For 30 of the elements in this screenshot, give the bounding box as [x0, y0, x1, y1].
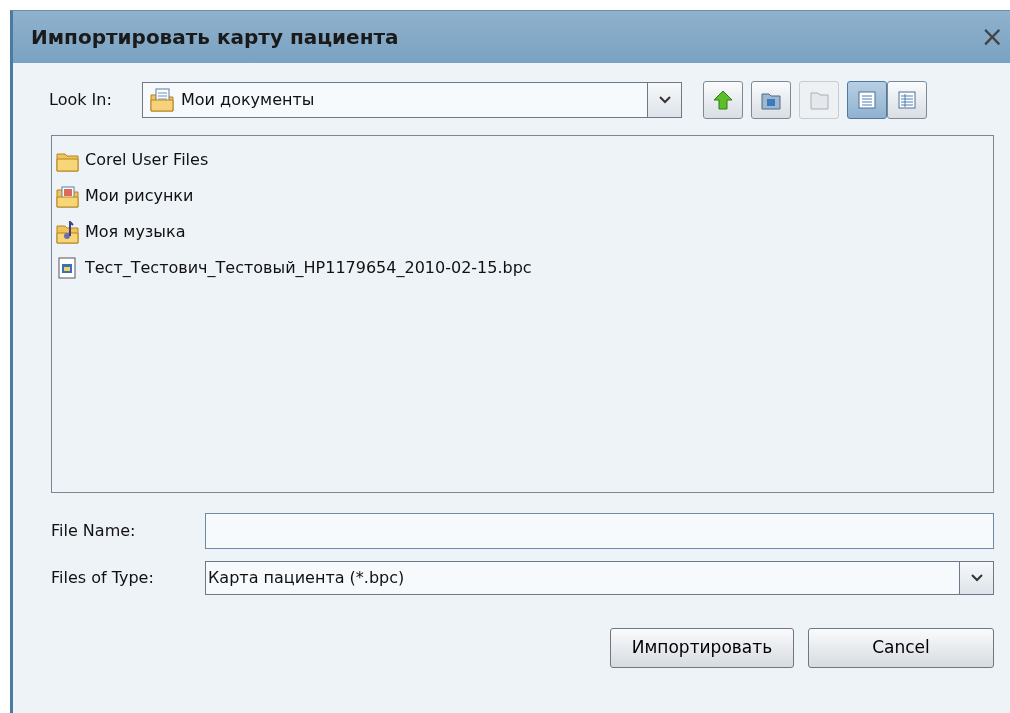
window-title: Импортировать карту пациента	[31, 24, 399, 51]
list-view-icon	[856, 89, 878, 111]
toolbar-button[interactable]	[887, 81, 927, 119]
toolbar-button[interactable]	[751, 81, 791, 119]
file-item[interactable]: Моя музыка	[85, 220, 186, 244]
file-name-label: File Name:	[51, 520, 137, 542]
look-in-value: Мои документы	[181, 89, 315, 111]
details-view-icon	[896, 89, 918, 111]
folder-icon	[808, 89, 830, 111]
file-item[interactable]: Corel User Files	[85, 148, 209, 172]
look-in-label: Look In:	[48, 89, 113, 111]
cancel-button[interactable]: Cancel	[808, 628, 994, 668]
toolbar-button[interactable]	[847, 81, 887, 119]
file-type-value: Карта пациента (*.bpc)	[208, 567, 405, 589]
documents-folder-icon	[149, 87, 175, 113]
file-type-dropdown[interactable]: Карта пациента (*.bpc)	[205, 561, 994, 595]
up-arrow-icon	[712, 89, 734, 111]
file-type-label: Files of Type:	[51, 567, 155, 589]
close-button[interactable]: ×	[980, 23, 1004, 51]
toolbar-button[interactable]	[703, 81, 743, 119]
pictures-folder-icon	[56, 184, 79, 208]
file-item[interactable]: Мои рисунки	[85, 184, 194, 208]
file-item[interactable]: Тест_Тестович_Тестовый_HP1179654_2010-02-15.bpc	[85, 256, 532, 280]
document-icon	[56, 256, 79, 280]
caret-icon	[657, 95, 672, 105]
caret-icon	[969, 573, 984, 583]
file-name-field[interactable]	[205, 513, 994, 549]
look-in-dropdown[interactable]: Мои документы	[142, 82, 682, 118]
import-button[interactable]: Импортировать	[610, 628, 794, 668]
music-folder-icon	[56, 220, 79, 244]
